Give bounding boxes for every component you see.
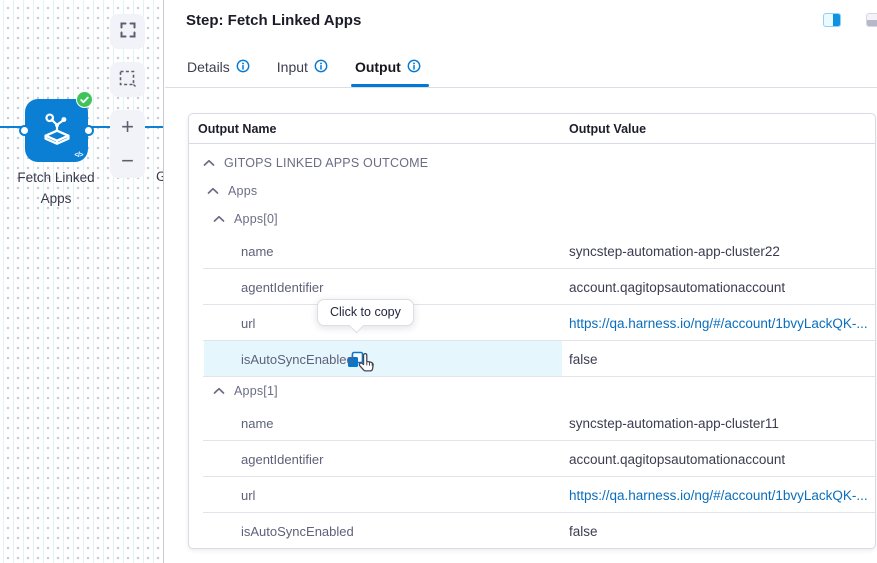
output-name: name bbox=[241, 415, 274, 431]
marquee-select-button[interactable] bbox=[110, 62, 145, 97]
table-row: isAutoSyncEnabled false bbox=[189, 513, 875, 549]
table-row-group[interactable]: Apps[1] bbox=[189, 377, 875, 405]
output-value: account.qagitopsautomationaccount bbox=[569, 279, 786, 295]
table-row-group[interactable]: Apps[0] bbox=[189, 205, 875, 233]
output-value: false bbox=[569, 351, 598, 367]
tab-label: Input bbox=[276, 59, 308, 75]
table-row-group[interactable]: GITOPS LINKED APPS OUTCOME bbox=[189, 149, 875, 177]
output-value: syncstep-automation-app-cluster22 bbox=[569, 243, 780, 259]
tab-details[interactable]: Details bbox=[187, 47, 250, 87]
column-header-output-value: Output Value bbox=[569, 122, 647, 136]
info-icon[interactable] bbox=[236, 59, 250, 76]
next-node-label-partial: G bbox=[156, 169, 163, 184]
pipeline-canvas[interactable]: </> Fetch Linked Apps G + − bbox=[0, 0, 164, 563]
tab-bar: Details Input Output bbox=[165, 47, 877, 88]
output-name: name bbox=[241, 243, 274, 259]
output-name: url bbox=[241, 315, 256, 331]
table-row: agentIdentifier account.qagitopsautomati… bbox=[189, 269, 875, 305]
tab-input[interactable]: Input bbox=[277, 47, 328, 87]
chevron-up-icon[interactable] bbox=[213, 215, 225, 223]
tab-label: Output bbox=[354, 59, 401, 75]
tab-label: Details bbox=[187, 59, 230, 75]
info-icon[interactable] bbox=[314, 59, 328, 76]
chevron-up-icon[interactable] bbox=[203, 159, 215, 167]
output-value: false bbox=[569, 523, 598, 539]
panel-layout-toggle-icon[interactable] bbox=[823, 13, 841, 27]
node-port-in bbox=[19, 125, 30, 136]
group-label: GITOPS LINKED APPS OUTCOME bbox=[224, 156, 429, 170]
output-value: account.qagitopsautomationaccount bbox=[569, 451, 786, 467]
zoom-controls: + − bbox=[110, 110, 145, 178]
tooltip-text: Click to copy bbox=[330, 305, 401, 319]
output-value-link[interactable]: https://qa.harness.io/ng/#/account/1bvyL… bbox=[569, 316, 868, 331]
output-name: isAutoSyncEnabled bbox=[241, 351, 354, 367]
output-name: agentIdentifier bbox=[241, 451, 324, 467]
table-row: url https://qa.harness.io/ng/#/account/1… bbox=[189, 305, 875, 341]
output-name: isAutoSyncEnabled bbox=[241, 523, 354, 539]
pipeline-node-fetch-linked-apps[interactable]: </> bbox=[19, 91, 94, 162]
node-port-out bbox=[83, 125, 94, 136]
table-row: url https://qa.harness.io/ng/#/account/1… bbox=[189, 477, 875, 513]
info-icon[interactable] bbox=[407, 59, 421, 76]
group-label: Apps[0] bbox=[234, 212, 278, 226]
tab-output[interactable]: Output bbox=[350, 47, 429, 87]
node-label: Fetch Linked Apps bbox=[17, 170, 95, 206]
step-details-panel: Step: Fetch Linked Apps Details Input Ou… bbox=[165, 0, 877, 563]
chevron-up-icon[interactable] bbox=[213, 387, 225, 395]
zoom-out-button[interactable]: − bbox=[110, 144, 145, 178]
code-glyph: </> bbox=[74, 152, 83, 159]
table-row-hovered[interactable]: isAutoSyncEnabled false bbox=[189, 341, 875, 377]
fullscreen-button[interactable] bbox=[110, 14, 145, 49]
page-title: Step: Fetch Linked Apps bbox=[186, 12, 362, 29]
output-name: url bbox=[241, 487, 256, 503]
output-value: syncstep-automation-app-cluster11 bbox=[569, 415, 779, 431]
output-table: Output Name Output Value GITOPS LINKED A… bbox=[188, 113, 876, 549]
copy-tooltip: Click to copy bbox=[317, 299, 414, 334]
group-label: Apps[1] bbox=[234, 384, 278, 398]
success-check-icon bbox=[76, 91, 93, 108]
table-header: Output Name Output Value bbox=[189, 114, 875, 144]
gitops-step-icon bbox=[37, 107, 77, 154]
fullscreen-icon bbox=[120, 22, 136, 41]
table-row-group[interactable]: Apps bbox=[189, 177, 875, 205]
column-header-output-name: Output Name bbox=[198, 122, 277, 136]
table-row: agentIdentifier account.qagitopsautomati… bbox=[189, 441, 875, 477]
marquee-select-icon bbox=[119, 70, 136, 90]
output-name: agentIdentifier bbox=[241, 279, 324, 295]
group-label: Apps bbox=[228, 184, 258, 198]
output-value-link[interactable]: https://qa.harness.io/ng/#/account/1bvyL… bbox=[569, 488, 868, 503]
table-row: name syncstep-automation-app-cluster11 bbox=[189, 405, 875, 441]
table-row: name syncstep-automation-app-cluster22 bbox=[189, 233, 875, 269]
chevron-up-icon[interactable] bbox=[207, 187, 219, 195]
panel-bottom-toggle-icon[interactable] bbox=[866, 13, 877, 27]
zoom-in-button[interactable]: + bbox=[110, 110, 145, 144]
